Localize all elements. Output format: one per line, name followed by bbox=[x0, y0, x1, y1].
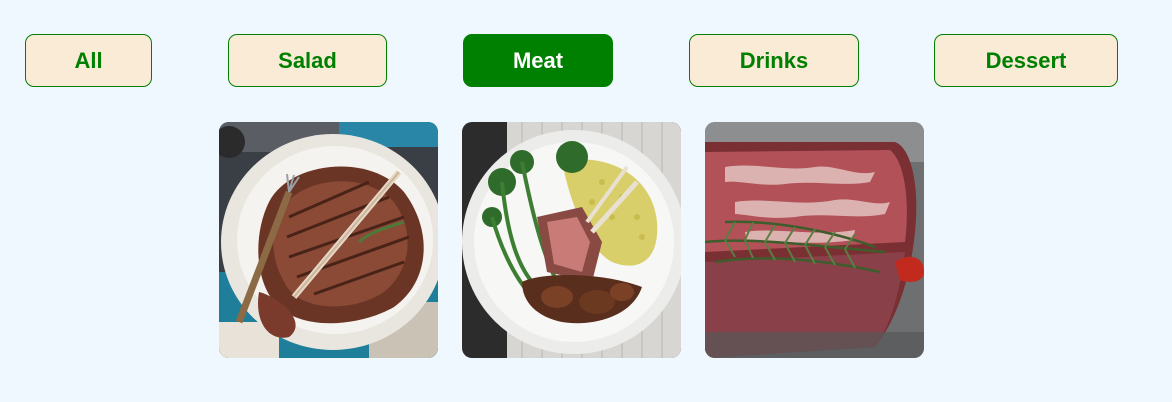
filter-button-meat[interactable]: Meat bbox=[463, 34, 613, 87]
raw-steak-image bbox=[705, 122, 924, 358]
filter-button-dessert[interactable]: Dessert bbox=[934, 34, 1118, 87]
filter-button-drinks[interactable]: Drinks bbox=[689, 34, 859, 87]
menu-card-t-bone-steak[interactable] bbox=[219, 122, 438, 358]
filter-button-all[interactable]: All bbox=[25, 34, 152, 87]
menu-card-raw-steak[interactable] bbox=[705, 122, 924, 358]
t-bone-steak-image bbox=[219, 122, 438, 358]
menu-card-rack-of-lamb[interactable] bbox=[462, 122, 681, 358]
rack-of-lamb-image bbox=[462, 122, 681, 358]
filter-button-salad[interactable]: Salad bbox=[228, 34, 387, 87]
